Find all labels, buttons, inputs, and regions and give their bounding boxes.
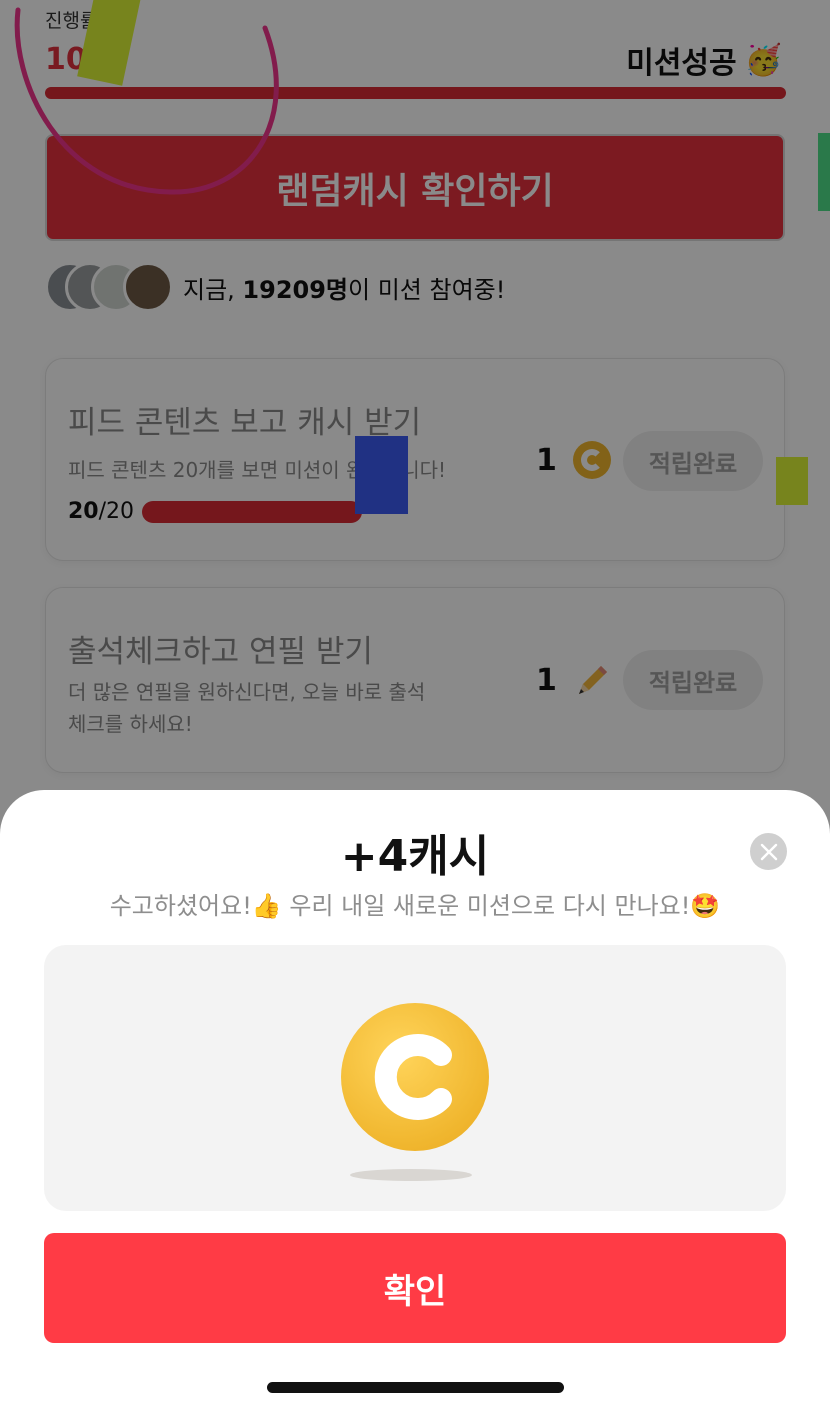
close-button[interactable] — [750, 833, 787, 870]
sheet-title: +4캐시 — [340, 831, 490, 882]
confirm-button[interactable]: 확인 — [44, 1233, 786, 1343]
coin-shadow — [350, 1169, 472, 1181]
close-icon — [760, 843, 777, 860]
home-indicator — [267, 1382, 564, 1393]
reward-bottom-sheet: +4캐시 수고하셨어요!👍 우리 내일 새로운 미션으로 다시 만나요!🤩 확인 — [0, 790, 830, 1410]
sheet-subtitle: 수고하셨어요!👍 우리 내일 새로운 미션으로 다시 만나요!🤩 — [109, 892, 721, 920]
app-screen: 진행률 100 미션성공 🥳 랜덤캐시 확인하기 지금, 19209명이 미션 … — [0, 0, 830, 1410]
coin-icon — [341, 1003, 489, 1151]
coin-panel — [44, 945, 786, 1211]
